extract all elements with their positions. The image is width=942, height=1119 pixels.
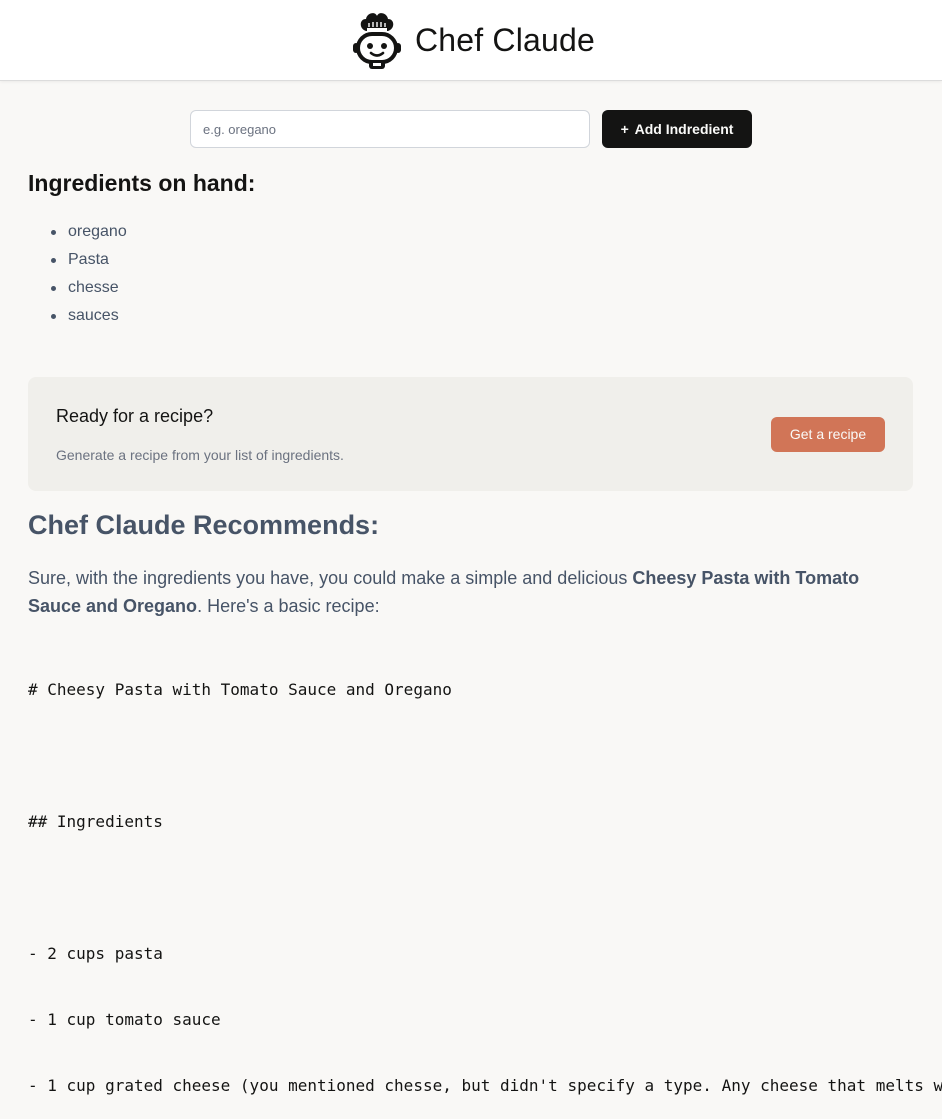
brand: Chef Claude <box>351 10 595 70</box>
list-item: sauces <box>28 302 127 330</box>
bullet-icon <box>51 257 56 263</box>
recipe-line: - 2 cups pasta <box>28 944 163 963</box>
get-recipe-panel: Ready for a recipe? Generate a recipe fr… <box>28 377 913 491</box>
cta-subtitle: Generate a recipe from your list of ingr… <box>56 446 344 463</box>
recipe-line <box>28 874 942 902</box>
ingredient-name: oregano <box>68 223 127 240</box>
chef-robot-icon <box>352 13 401 69</box>
add-ingredient-label: Add Indredient <box>634 121 734 137</box>
ingredient-name: Pasta <box>68 251 109 268</box>
recipe-heading: Chef Claude Recommends: <box>28 510 380 540</box>
ingredient-name: chesse <box>68 279 119 296</box>
ingredient-list: oregano Pasta chesse sauces <box>28 218 127 330</box>
recipe-line: - 1 cup grated cheese (you mentioned che… <box>28 1076 942 1095</box>
list-item: Pasta <box>28 246 127 274</box>
bullet-icon <box>51 313 56 319</box>
recipe-line <box>28 742 942 770</box>
ingredient-name: sauces <box>68 307 119 324</box>
recipe-intro-text: Sure, with the ingredients you have, you… <box>28 568 633 588</box>
cta-title: Ready for a recipe? <box>56 405 214 426</box>
bullet-icon <box>51 229 56 235</box>
list-item: chesse <box>28 274 127 302</box>
app-title: Chef Claude <box>414 21 596 58</box>
add-ingredient-button[interactable]: + Add Indredient <box>602 110 752 148</box>
recipe-intro: Sure, with the ingredients you have, you… <box>28 564 908 620</box>
recipe-line: # Cheesy Pasta with Tomato Sauce and Ore… <box>28 680 452 699</box>
get-recipe-button[interactable]: Get a recipe <box>771 416 885 452</box>
bullet-icon <box>51 285 56 291</box>
plus-icon: + <box>620 121 633 137</box>
recipe-line: - 1 cup tomato sauce <box>28 1010 221 1029</box>
recipe-markdown: # Cheesy Pasta with Tomato Sauce and Ore… <box>28 638 942 1119</box>
add-ingredient-form: + Add Indredient <box>190 110 752 148</box>
recipe-line: ## Ingredients <box>28 812 163 831</box>
list-item: oregano <box>28 218 127 246</box>
ingredient-input[interactable] <box>190 110 590 148</box>
recipe-intro-tail: . Here's a basic recipe: <box>197 596 380 616</box>
app-header: Chef Claude <box>0 0 942 81</box>
cta-text: Ready for a recipe? Generate a recipe fr… <box>56 406 344 463</box>
ingredients-heading: Ingredients on hand: <box>28 170 256 196</box>
